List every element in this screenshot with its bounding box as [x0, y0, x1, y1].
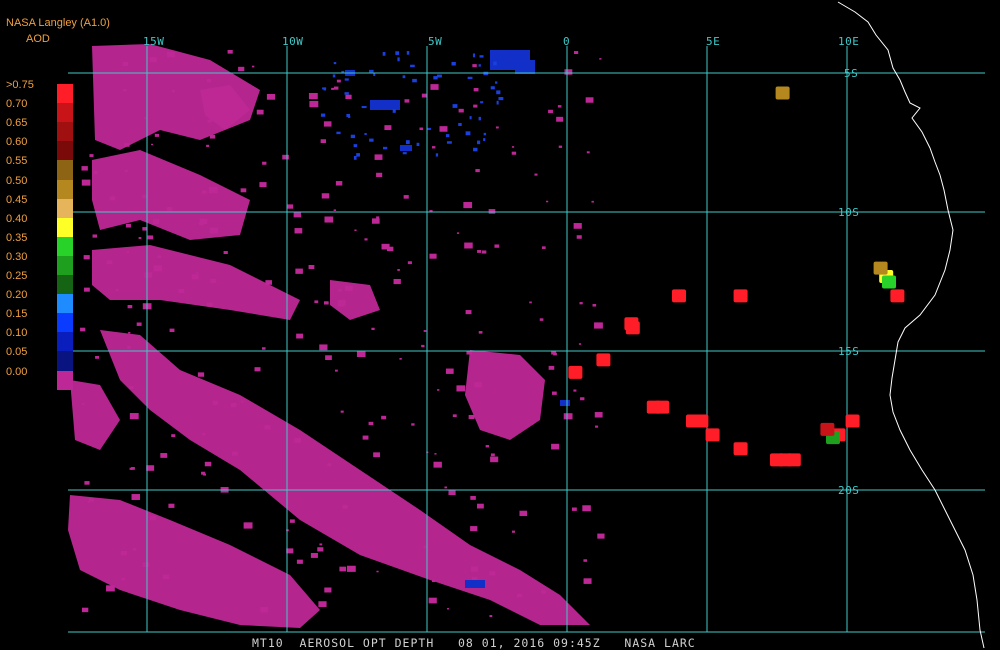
map-canvas [68, 1, 985, 649]
legend-swatch [57, 160, 73, 180]
lat-label-15s: 15S [838, 345, 860, 358]
aod-mark [786, 453, 801, 467]
lon-label-10e: 10E [838, 35, 860, 48]
lat-label-20s: 20S [838, 484, 860, 497]
lon-label-5w: 5W [428, 35, 443, 48]
aod-mark [694, 414, 709, 428]
legend-label: 0.55 [6, 155, 28, 168]
lon-label-5e: 5E [706, 35, 721, 48]
aod-mark [890, 289, 905, 303]
legend-label: >0.75 [6, 79, 34, 91]
lon-label-10w: 10W [282, 35, 304, 48]
variable-label: AOD [26, 33, 50, 45]
lat-label-10s: 10S [838, 206, 860, 219]
legend-swatch [57, 255, 73, 276]
aod-mark [882, 275, 896, 289]
legend-label: 0.25 [6, 270, 28, 282]
legend-swatch [57, 179, 73, 200]
aod-mark [655, 400, 670, 414]
legend-swatch [57, 122, 73, 142]
legend-label: 0.60 [6, 136, 28, 149]
lon-label-15w: 15W [143, 35, 165, 48]
aod-mark [596, 353, 611, 367]
aod-mark [625, 321, 640, 335]
aod-mark [733, 442, 748, 456]
legend-swatch [57, 313, 73, 333]
legend-swatch [57, 294, 73, 314]
legend-label: 0.40 [6, 212, 28, 225]
aod-map-display: NASA Langley (A1.0) AOD >0.75 0.70 0.65 0.6… [0, 0, 1000, 650]
aod-mark [775, 86, 790, 100]
aod-mark [568, 365, 583, 379]
legend-swatch [57, 84, 73, 104]
legend-swatch [57, 370, 73, 391]
legend-swatch [57, 217, 73, 238]
legend-label: 0.30 [6, 250, 28, 263]
legend-swatch [57, 236, 73, 257]
aod-mark [672, 289, 686, 303]
legend-label: 0.35 [6, 231, 28, 244]
legend-label: 0.00 [6, 365, 28, 378]
footer-caption: MT10 AEROSOL OPT DEPTH 08 01, 2016 09:45… [252, 636, 696, 650]
lat-label-5s: 5S [844, 67, 859, 80]
legend-label: 0.20 [6, 289, 28, 302]
legend-label: 0.10 [6, 327, 28, 340]
legend-label: 0.50 [6, 174, 28, 187]
aod-mark [705, 428, 720, 442]
legend-label: 0.15 [6, 308, 28, 321]
lon-label-0: 0 [563, 35, 571, 48]
legend-label: 0.65 [6, 117, 28, 130]
legend-swatch [57, 198, 73, 219]
legend-label: 0.70 [6, 98, 28, 111]
aod-mark [733, 289, 748, 303]
legend-swatch [57, 275, 73, 295]
aod-mark [845, 414, 860, 428]
aod-mark [873, 261, 888, 275]
legend-label: 0.05 [6, 346, 28, 359]
legend-label: 0.45 [6, 193, 28, 206]
legend-swatch [57, 103, 73, 123]
source-title: NASA Langley (A1.0) [6, 17, 110, 29]
legend-swatch [57, 141, 73, 161]
legend-swatch [57, 332, 73, 352]
aod-mark [820, 422, 835, 436]
legend-swatch [57, 351, 73, 371]
